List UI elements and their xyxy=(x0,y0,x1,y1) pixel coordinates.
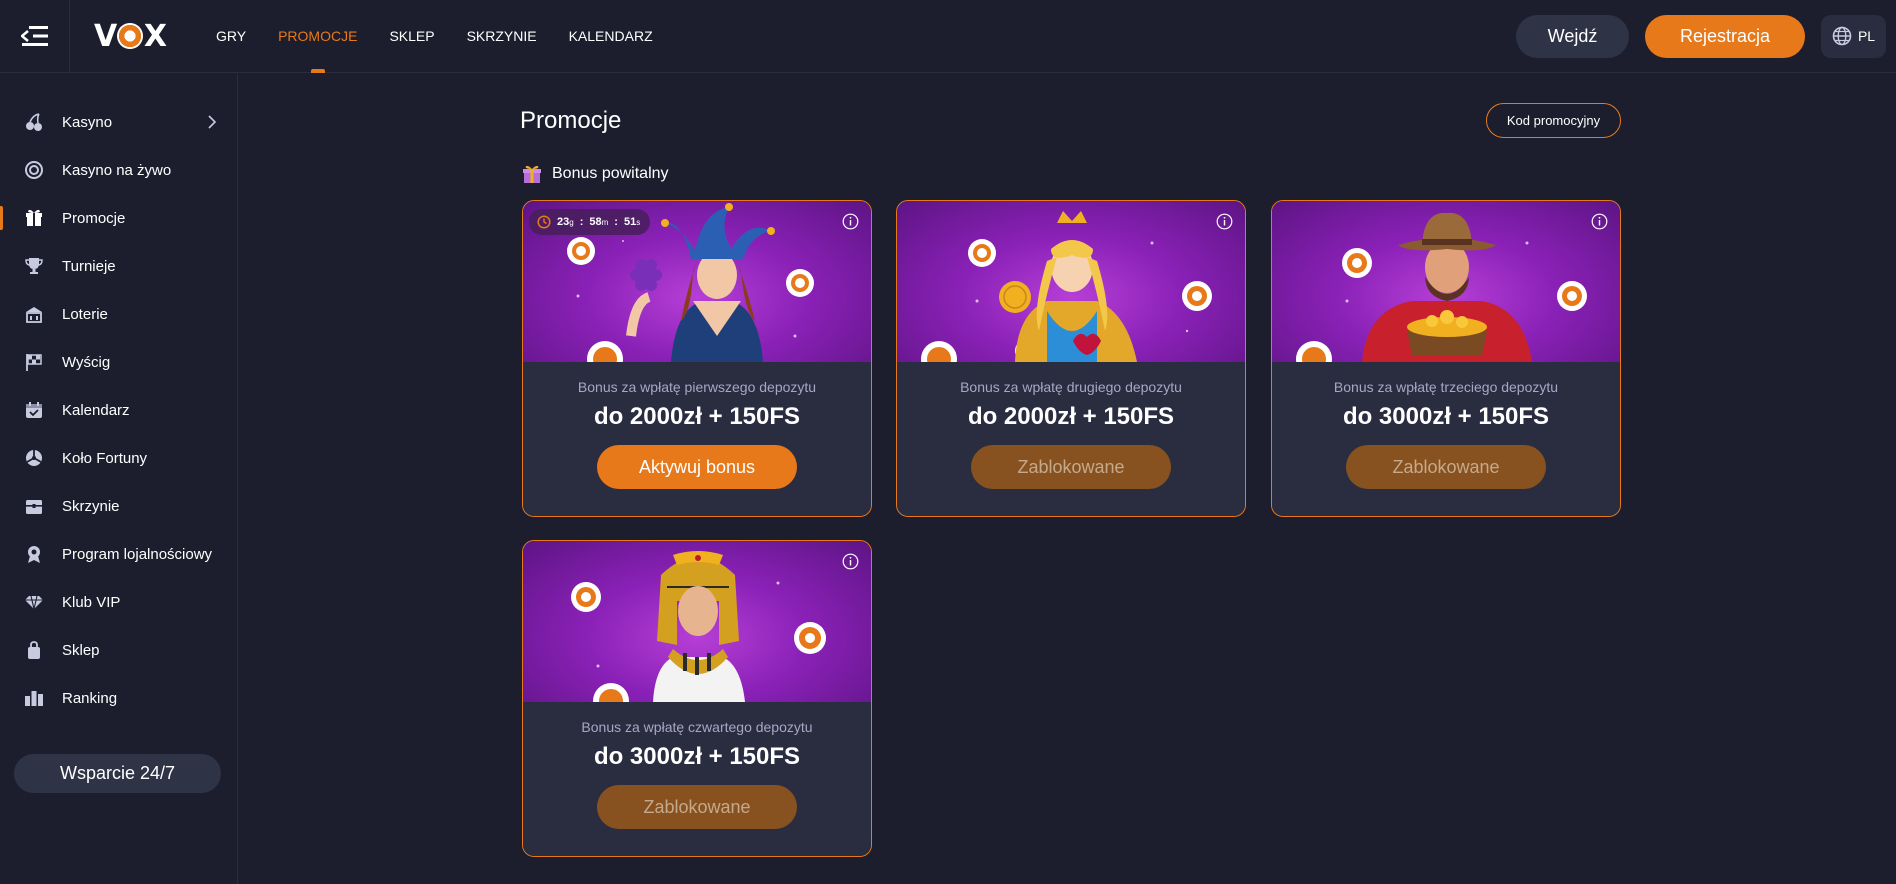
sidebar-item-label: Kalendarz xyxy=(62,401,130,419)
card-illustration-queen xyxy=(897,201,1245,362)
sidebar-item-label: Ranking xyxy=(62,689,118,707)
globe-icon xyxy=(1832,26,1852,46)
wheel-icon xyxy=(24,448,44,468)
support-button[interactable]: Wsparcie 24/7 xyxy=(14,754,221,793)
sidebar-item-label: Turnieje xyxy=(62,257,116,275)
locked-bonus-button[interactable]: Zablokowane xyxy=(971,445,1171,489)
card-amount: do 2000zł + 150FS xyxy=(967,403,1175,430)
bonus-card-3: Bonus za wpłatę trzeciego depozytu do 30… xyxy=(1271,200,1621,517)
sidebar-item-label: Sklep xyxy=(62,641,100,659)
activate-bonus-button[interactable]: Aktywuj bonus xyxy=(597,445,797,489)
bonus-card-2: Bonus za wpłatę drugiego depozytu do 200… xyxy=(896,200,1246,517)
language-label: PL xyxy=(1857,28,1876,44)
section-title-label: Bonus powitalny xyxy=(552,165,669,182)
sidebar-item-promocje[interactable]: Promocje xyxy=(0,194,237,242)
sidebar-item-wyscig[interactable]: Wyścig xyxy=(0,338,237,386)
sidebar-item-label: Program lojalnościowy xyxy=(62,545,213,563)
sidebar-item-label: Kasyno xyxy=(62,113,113,131)
info-icon[interactable] xyxy=(842,553,859,570)
info-icon[interactable] xyxy=(842,213,859,230)
bonus-card-4: Bonus za wpłatę czwartego depozytu do 30… xyxy=(522,540,872,857)
chevron-right-icon xyxy=(208,115,217,129)
vox-logo[interactable]: VX xyxy=(94,19,167,54)
menu-collapse-icon xyxy=(20,26,48,46)
timer-separator: : xyxy=(614,216,618,228)
sidebar-item-loterie[interactable]: Loterie xyxy=(0,290,237,338)
calendar-icon xyxy=(24,400,44,420)
shopping-bag-icon xyxy=(24,640,44,660)
lottery-icon xyxy=(24,304,44,324)
chest-icon xyxy=(24,496,44,516)
sidebar-item-kasyno[interactable]: Kasyno xyxy=(0,98,237,146)
sidebar-item-skrzynie[interactable]: Skrzynie xyxy=(0,482,237,530)
bonus-card-1: 23g : 58m : 51s Bonus za wpłatę pierwsze… xyxy=(522,200,872,517)
sidebar-item-kalendarz[interactable]: Kalendarz xyxy=(0,386,237,434)
locked-bonus-button[interactable]: Zablokowane xyxy=(1346,445,1546,489)
page-title: Promocje xyxy=(520,107,622,134)
countdown-timer: 23g : 58m : 51s xyxy=(529,209,651,235)
sidebar-item-klub-vip[interactable]: Klub VIP xyxy=(0,578,237,626)
locked-bonus-button[interactable]: Zablokowane xyxy=(597,785,797,829)
card-amount: do 2000zł + 150FS xyxy=(593,403,801,430)
sidebar-item-label: Skrzynie xyxy=(62,497,120,515)
nav-sklep[interactable]: SKLEP xyxy=(373,0,450,73)
info-icon[interactable] xyxy=(1591,213,1608,230)
sidebar-item-label: Loterie xyxy=(62,305,108,323)
sidebar-item-kolo-fortuny[interactable]: Koło Fortuny xyxy=(0,434,237,482)
timer-separator: : xyxy=(579,216,584,228)
nav-promocje[interactable]: PROMOCJE xyxy=(262,0,373,73)
nav-kalendarz[interactable]: KALENDARZ xyxy=(553,0,669,73)
trophy-icon xyxy=(24,256,44,276)
sidebar-item-label: Promocje xyxy=(62,209,126,227)
nav-skrzynie[interactable]: SKRZYNIE xyxy=(451,0,553,73)
card-illustration-cowboy xyxy=(1272,201,1620,362)
card-subtitle: Bonus za wpłatę trzeciego depozytu xyxy=(1333,379,1559,395)
gift-box-icon xyxy=(523,165,541,183)
gift-icon xyxy=(24,208,44,228)
main-nav: GRY PROMOCJE SKLEP SKRZYNIE KALENDARZ xyxy=(200,0,669,73)
card-illustration-cleopatra xyxy=(523,541,871,702)
top-header: VX GRY PROMOCJE SKLEP SKRZYNIE KALENDARZ… xyxy=(0,0,1896,73)
sidebar-item-sklep[interactable]: Sklep xyxy=(0,626,237,674)
card-amount: do 3000zł + 150FS xyxy=(593,743,801,770)
clock-icon xyxy=(537,215,551,229)
diamond-icon xyxy=(24,592,44,612)
medal-icon xyxy=(24,544,44,564)
timer-hours: 58m xyxy=(589,216,609,228)
cherries-icon xyxy=(24,112,44,132)
card-subtitle: Bonus za wpłatę pierwszego depozytu xyxy=(577,379,817,395)
menu-collapse-button[interactable] xyxy=(0,0,70,73)
info-icon[interactable] xyxy=(1216,213,1233,230)
section-title: Bonus powitalny xyxy=(522,164,669,184)
card-illustration-jester: 23g : 58m : 51s xyxy=(523,201,871,362)
sidebar-item-turnieje[interactable]: Turnieje xyxy=(0,242,237,290)
sidebar-item-live-casino[interactable]: Kasyno na żywo xyxy=(0,146,237,194)
language-selector[interactable]: PL xyxy=(1821,14,1886,58)
register-button[interactable]: Rejestracja xyxy=(1645,14,1805,58)
sidebar-item-label: Wyścig xyxy=(62,353,111,371)
sidebar-item-label: Kasyno na żywo xyxy=(62,161,172,179)
sidebar-item-label: Koło Fortuny xyxy=(62,449,148,467)
sidebar-item-ranking[interactable]: Ranking xyxy=(0,674,237,722)
card-subtitle: Bonus za wpłatę drugiego depozytu xyxy=(960,379,1182,395)
ranking-icon xyxy=(24,688,44,708)
login-button[interactable]: Wejdź xyxy=(1516,14,1629,58)
card-subtitle: Bonus za wpłatę czwartego depozytu xyxy=(581,719,813,735)
live-chip-icon xyxy=(24,160,44,180)
nav-gry[interactable]: GRY xyxy=(200,0,262,73)
sidebar: Kasyno Kasyno na żywo Promocje Turnieje … xyxy=(0,74,238,884)
timer-days: 23g xyxy=(557,216,574,228)
sidebar-item-label: Klub VIP xyxy=(62,593,121,611)
timer-seconds: 51s xyxy=(623,216,641,228)
promo-code-button[interactable]: Kod promocyjny xyxy=(1486,103,1621,138)
race-flag-icon xyxy=(24,352,44,372)
sidebar-item-program-lojalnosciowy[interactable]: Program lojalnościowy xyxy=(0,530,237,578)
card-amount: do 3000zł + 150FS xyxy=(1342,403,1550,430)
